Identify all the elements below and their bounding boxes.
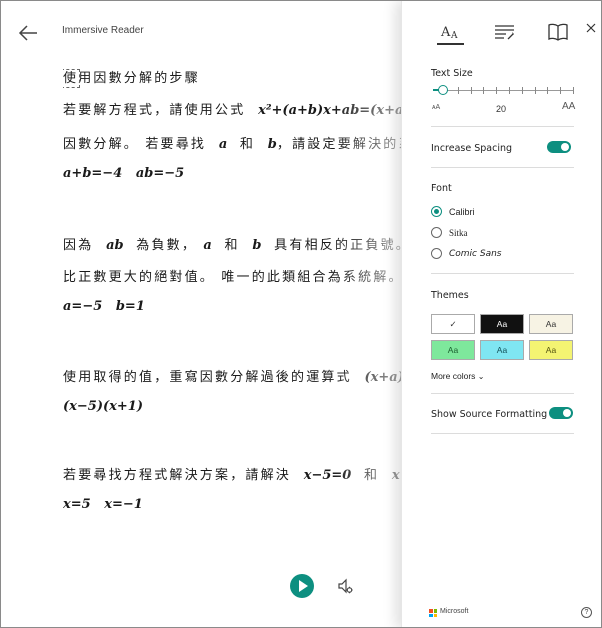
- slider-tick: [547, 87, 549, 94]
- paragraph-line: 比正數更大的絕對值。 唯一的此類組合為系統解。: [63, 270, 403, 285]
- divider: [431, 433, 574, 434]
- text-size-large-glyph: AA: [562, 101, 576, 112]
- book-icon: [548, 23, 568, 41]
- theme-swatch-cyan[interactable]: Aa: [480, 340, 524, 360]
- text-size-small-glyph: ᴀA: [432, 104, 441, 111]
- voice-settings-icon[interactable]: [337, 578, 353, 594]
- slider-track: [433, 90, 573, 91]
- app-title: Immersive Reader: [62, 25, 144, 36]
- font-option-comic-sans[interactable]: Comic Sans: [449, 249, 502, 259]
- theme-swatch-black[interactable]: Aa: [480, 314, 524, 334]
- theme-swatch-cream[interactable]: Aa: [529, 314, 573, 334]
- document-title: 使用因數分解的步驟: [63, 69, 200, 88]
- math-line: a=−5 b=1: [63, 299, 145, 314]
- slider-tick: [573, 87, 574, 94]
- math-formula: a+b=−4 ab=−5: [63, 166, 185, 181]
- tab-grammar-options[interactable]: [488, 19, 522, 45]
- slider-thumb[interactable]: [437, 85, 448, 95]
- more-colors-button[interactable]: More colors ⌄: [431, 371, 484, 381]
- reader-content: 使用因數分解的步驟 若要解方程式，請使用公式 x²+(a+b)x+ab=(x+a…: [63, 67, 403, 587]
- increase-spacing-label: Increase Spacing: [431, 143, 513, 154]
- slider-tick: [521, 87, 523, 94]
- theme-swatch-green[interactable]: Aa: [431, 340, 475, 360]
- slider-tick: [483, 87, 485, 94]
- text-size-value: 20: [496, 104, 507, 114]
- tab-reading-preferences[interactable]: [541, 19, 575, 45]
- math-formula: a=−5 b=1: [63, 299, 145, 314]
- font-option-comic-sans-radio[interactable]: [431, 248, 442, 259]
- divider: [431, 393, 574, 394]
- slider-tick: [534, 87, 536, 94]
- divider: [431, 273, 574, 274]
- show-source-formatting-toggle[interactable]: [549, 407, 573, 419]
- font-option-sitka[interactable]: Sitka: [449, 228, 468, 238]
- svg-text:A: A: [440, 25, 451, 40]
- svg-text:A: A: [450, 31, 458, 41]
- text-size-label: Text Size: [431, 68, 473, 79]
- increase-spacing-toggle[interactable]: [547, 141, 571, 153]
- close-icon[interactable]: [586, 23, 596, 33]
- microsoft-logo-icon: [429, 609, 437, 617]
- slider-tick: [509, 87, 510, 94]
- current-word-highlight[interactable]: 使: [63, 69, 81, 88]
- slider-tick: [496, 87, 498, 94]
- math-formula: x²+(a+b)x+ab=(x+a)(x+: [258, 103, 403, 118]
- divider: [431, 167, 574, 168]
- settings-panel: A A Text Size ᴀA 20 AA Increase Spacing …: [401, 1, 601, 627]
- math-line: a+b=−4 ab=−5: [63, 166, 184, 181]
- tab-text-options[interactable]: A A: [434, 19, 468, 45]
- play-icon[interactable]: [290, 574, 314, 598]
- paragraph-line: 若要解方程式，請使用公式 x²+(a+b)x+ab=(x+a)(x+: [63, 99, 403, 118]
- paragraph-line: 若要尋找方程式解決方案，請解決 x−5=0 和 x+1=0: [63, 468, 403, 483]
- paragraph-line: 因數分解。 若要尋找 a 和 b，請設定要解決的系統。: [63, 137, 403, 152]
- chevron-down-icon: ⌄: [477, 372, 485, 381]
- microsoft-brand: Microsoft: [440, 608, 469, 615]
- arrow-left-icon[interactable]: [17, 23, 39, 43]
- help-icon[interactable]: ?: [581, 607, 592, 618]
- divider: [431, 126, 574, 127]
- theme-swatch-yellow[interactable]: Aa: [529, 340, 573, 360]
- math-formula: (x−5)(x+1): [63, 399, 143, 414]
- text-size-slider[interactable]: [433, 84, 574, 98]
- math-line: x=5 x=−1: [63, 497, 143, 512]
- themes-label: Themes: [431, 290, 469, 301]
- font-option-calibri-radio[interactable]: [431, 206, 442, 217]
- show-source-formatting-label: Show Source Formatting: [431, 409, 548, 420]
- math-line: (x−5)(x+1): [63, 399, 143, 414]
- slider-tick: [560, 87, 562, 94]
- font-label: Font: [431, 183, 452, 194]
- theme-swatch-white[interactable]: ✓: [431, 314, 475, 334]
- immersive-reader-window: Immersive Reader 使用因數分解的步驟 若要解方程式，請使用公式 …: [0, 0, 602, 628]
- text-size-icon: A A: [440, 25, 458, 41]
- grammar-options-icon: [495, 25, 514, 40]
- active-tab-indicator: [437, 43, 464, 45]
- font-option-sitka-radio[interactable]: [431, 227, 442, 238]
- paragraph-line: 因為 ab 為負數， a 和 b 具有相反的正負號。 因為: [63, 238, 403, 253]
- math-formula: x=5 x=−1: [63, 497, 143, 512]
- math-formula: (x+a)(x+: [364, 370, 403, 385]
- slider-tick: [457, 87, 459, 94]
- font-option-calibri[interactable]: Calibri: [449, 207, 475, 217]
- slider-tick: [470, 87, 472, 94]
- paragraph-line: 使用取得的值，重寫因數分解過後的運算式 (x+a)(x+: [63, 366, 403, 385]
